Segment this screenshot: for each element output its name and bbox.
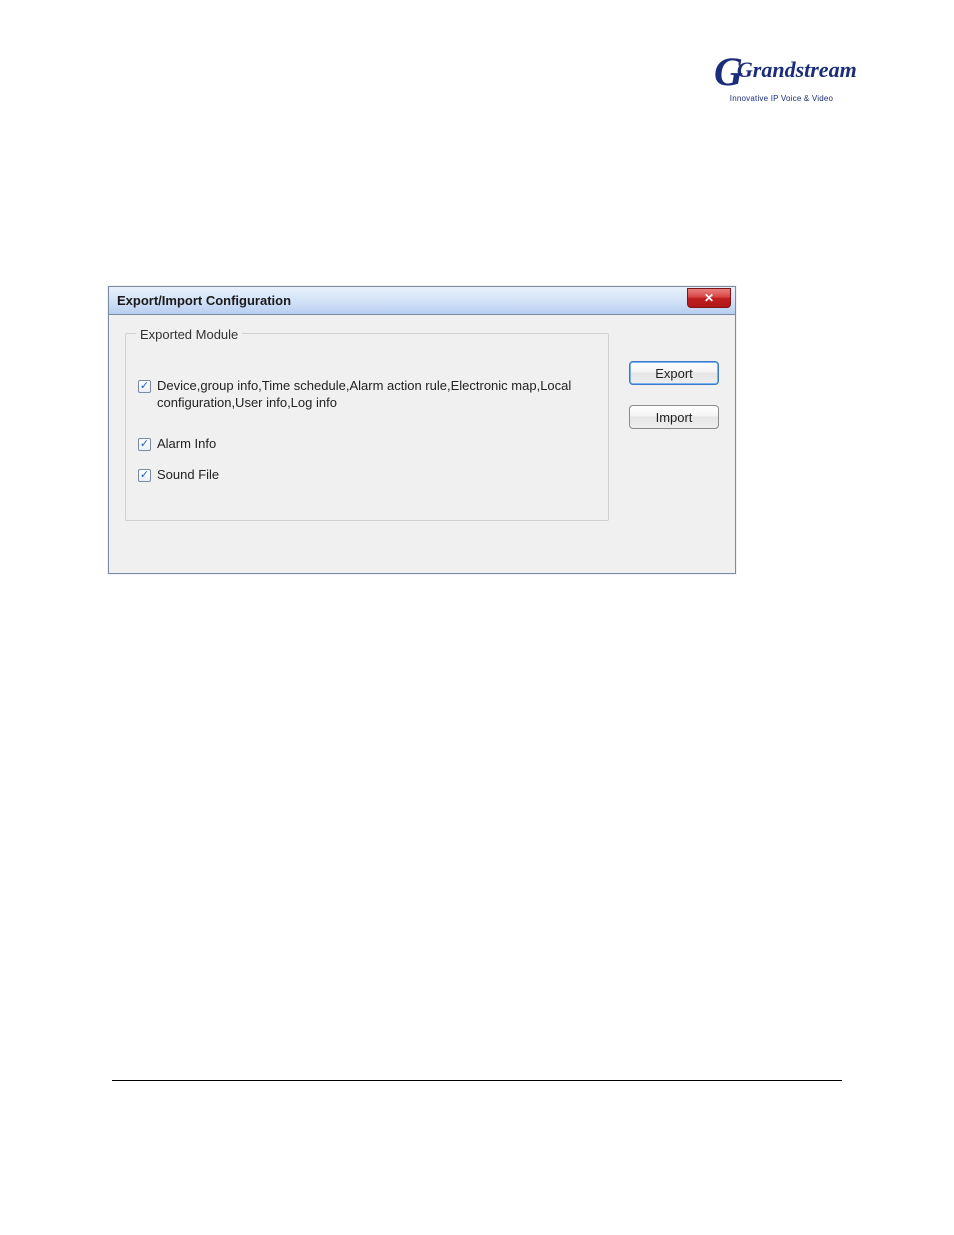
dialog-body: Exported Module ✓ Device,group info,Time… — [109, 315, 735, 573]
checkbox-row-device-info: ✓ Device,group info,Time schedule,Alarm … — [138, 378, 596, 412]
check-icon: ✓ — [140, 381, 149, 392]
checkbox-label: Alarm Info — [157, 436, 216, 453]
checkbox-alarm-info[interactable]: ✓ — [138, 438, 151, 451]
import-button[interactable]: Import — [629, 405, 719, 429]
close-icon: ✕ — [704, 291, 714, 305]
checkbox-sound-file[interactable]: ✓ — [138, 469, 151, 482]
checkbox-row-alarm-info: ✓ Alarm Info — [138, 436, 596, 453]
checkbox-row-sound-file: ✓ Sound File — [138, 467, 596, 484]
close-button[interactable]: ✕ — [687, 288, 731, 308]
footer-divider — [112, 1080, 842, 1081]
brand-tagline: Innovative IP Voice & Video — [714, 94, 849, 103]
dialog-titlebar[interactable]: Export/Import Configuration ✕ — [109, 287, 735, 315]
checkbox-device-info[interactable]: ✓ — [138, 380, 151, 393]
exported-module-groupbox: Exported Module ✓ Device,group info,Time… — [125, 333, 609, 521]
dialog-title: Export/Import Configuration — [117, 293, 291, 308]
dialog-button-column: Export Import — [629, 333, 719, 521]
brand-name: GGrandstream — [714, 52, 849, 92]
export-button-label: Export — [655, 366, 693, 381]
import-button-label: Import — [656, 410, 693, 425]
checkbox-label: Device,group info,Time schedule,Alarm ac… — [157, 378, 596, 412]
export-import-dialog: Export/Import Configuration ✕ Exported M… — [108, 286, 736, 574]
brand-logo: GGrandstream Innovative IP Voice & Video — [714, 52, 849, 120]
groupbox-title: Exported Module — [136, 327, 242, 342]
check-icon: ✓ — [140, 470, 149, 481]
export-button[interactable]: Export — [629, 361, 719, 385]
check-icon: ✓ — [140, 439, 149, 450]
checkbox-label: Sound File — [157, 467, 219, 484]
